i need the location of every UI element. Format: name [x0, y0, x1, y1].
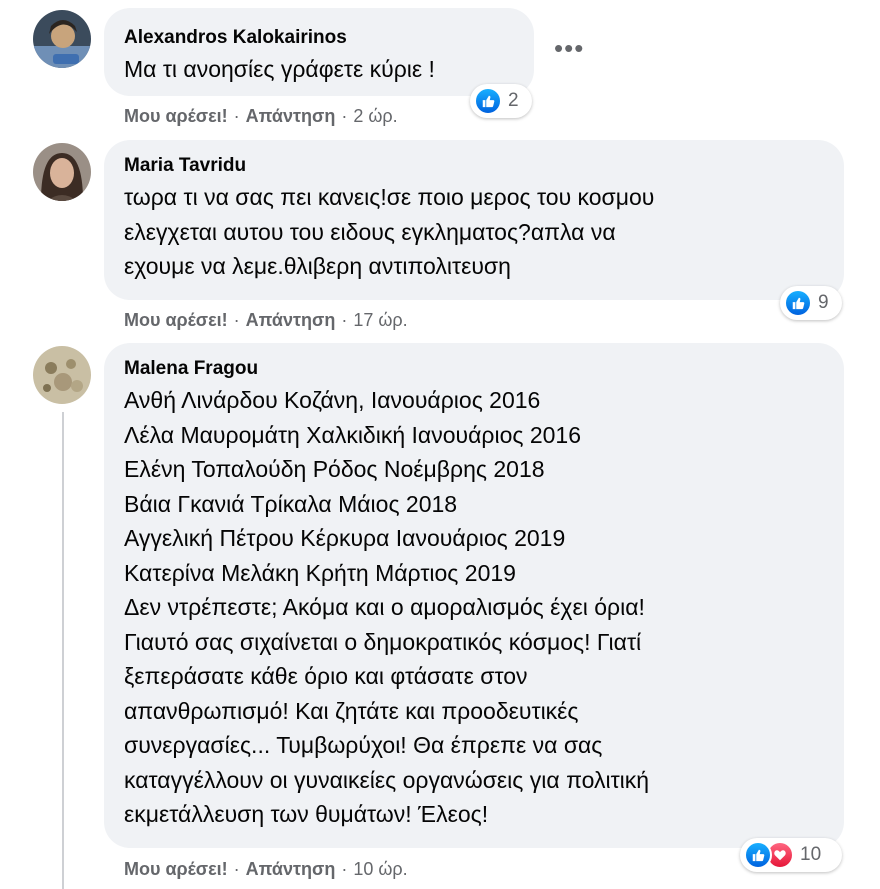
- comment-text-line: Λέλα Μαυρομάτη Χαλκιδική Ιανουάριος 2016: [124, 421, 582, 448]
- comment-author[interactable]: Malena Fragou: [124, 357, 824, 381]
- avatar[interactable]: [33, 346, 91, 404]
- comment-text-line: Δεν ντρέπεστε; Ακόμα και ο αμοραλισμός έ…: [124, 594, 645, 620]
- reaction-count: 9: [818, 292, 829, 313]
- like-link[interactable]: Μου αρέσει!: [124, 310, 228, 330]
- avatar[interactable]: [33, 10, 91, 68]
- separator-dot: ·: [233, 106, 240, 126]
- comment-text: τωρα τι να σας πει κανεις!σε ποιο μερος …: [124, 180, 824, 284]
- comment-text-line: Αγγελική Πέτρου Κέρκυρα Ιανουάριος 2019: [124, 525, 566, 551]
- comment-text: Ανθή Λινάρδου Κοζάνη, Ιανουάριος 2016 Λέ…: [124, 383, 824, 832]
- comment-author[interactable]: Alexandros Kalokairinos: [124, 26, 514, 50]
- reply-thread-line: [62, 412, 64, 889]
- reaction-summary[interactable]: 9: [780, 286, 842, 320]
- separator-dot: ·: [233, 310, 240, 330]
- comment-text-line: συνεργασίες... Τυμβωρύχοι! Θα έπρεπε να …: [124, 732, 603, 758]
- comment-text-line: ελεγχεται αυτου του ειδους εγκληματος?απ…: [124, 218, 616, 245]
- reaction-count: 10: [800, 844, 822, 865]
- comment-actions: Μου αρέσει! · Απάντηση · 17 ώρ.: [124, 310, 408, 331]
- comment-text-line: Ελένη Τοπαλούδη Ρόδος Νοέμβρης 2018: [124, 456, 545, 482]
- reply-link[interactable]: Απάντηση: [246, 310, 336, 330]
- avatar[interactable]: [33, 143, 91, 201]
- comment-text-line: Βάια Γκανιά Τρίκαλα Μάιος 2018: [124, 490, 458, 517]
- comment-author[interactable]: Maria Tavridu: [124, 154, 824, 178]
- comment-actions: Μου αρέσει! · Απάντηση · 10 ώρ.: [124, 859, 408, 880]
- timestamp[interactable]: 10 ώρ.: [353, 859, 407, 879]
- comment-actions: Μου αρέσει! · Απάντηση · 2 ώρ.: [124, 106, 398, 127]
- timestamp[interactable]: 17 ώρ.: [353, 310, 407, 330]
- comment-bubble: Malena Fragou Ανθή Λινάρδου Κοζάνη, Ιανο…: [104, 343, 844, 848]
- comment-text-line: Ανθή Λινάρδου Κοζάνη, Ιανουάριος 2016: [124, 387, 541, 413]
- separator-dot: ·: [233, 859, 240, 879]
- reply-link[interactable]: Απάντηση: [246, 106, 336, 126]
- avatar-image: [33, 10, 91, 68]
- comment-bubble: Maria Tavridu τωρα τι να σας πει κανεις!…: [104, 140, 844, 300]
- like-link[interactable]: Μου αρέσει!: [124, 106, 228, 126]
- comment-text-line: Κατερίνα Μελάκη Κρήτη Μάρτιος 2019: [124, 559, 516, 586]
- like-icon: [474, 87, 502, 115]
- comment-text: Μα τι ανοησίες γράφετε κύριε !: [124, 52, 514, 87]
- comment-text-line: απανθρωπισμό! Και ζητάτε και προοδευτικέ…: [124, 697, 579, 724]
- like-icon: [744, 841, 772, 869]
- separator-dot: ·: [341, 310, 348, 330]
- comment-text-line: καταγγέλλουν οι γυναικείες οργανώσεις γι…: [124, 766, 650, 793]
- reply-link[interactable]: Απάντηση: [246, 859, 336, 879]
- like-icon: [784, 289, 812, 317]
- timestamp[interactable]: 2 ώρ.: [353, 106, 397, 126]
- comment-text-line: Μα τι ανοησίες γράφετε κύριε !: [124, 56, 435, 82]
- more-options-icon[interactable]: •••: [554, 35, 584, 61]
- comment-text-line: τωρα τι να σας πει κανεις!σε ποιο μερος …: [124, 184, 655, 210]
- separator-dot: ·: [341, 106, 348, 126]
- separator-dot: ·: [341, 859, 348, 879]
- comment-text-line: εκμετάλλευση των θυμάτων! Έλεος!: [124, 801, 489, 827]
- comment-bubble: Alexandros Kalokairinos Μα τι ανοησίες γ…: [104, 8, 534, 96]
- comment-text-line: ξεπεράσατε κάθε όριο και φτάσατε στον: [124, 663, 528, 689]
- comment-text-line: Γιαυτό σας σιχαίνεται ο δημοκρατικός κόσ…: [124, 628, 642, 655]
- avatar-image: [33, 143, 91, 201]
- reaction-summary[interactable]: 2: [470, 84, 532, 118]
- like-link[interactable]: Μου αρέσει!: [124, 859, 228, 879]
- reaction-summary[interactable]: 10: [740, 838, 842, 872]
- comment-text-line: εχουμε να λεμε.θλιβερη αντιπολιτευση: [124, 253, 511, 279]
- avatar-image: [33, 346, 91, 404]
- reaction-count: 2: [508, 90, 519, 111]
